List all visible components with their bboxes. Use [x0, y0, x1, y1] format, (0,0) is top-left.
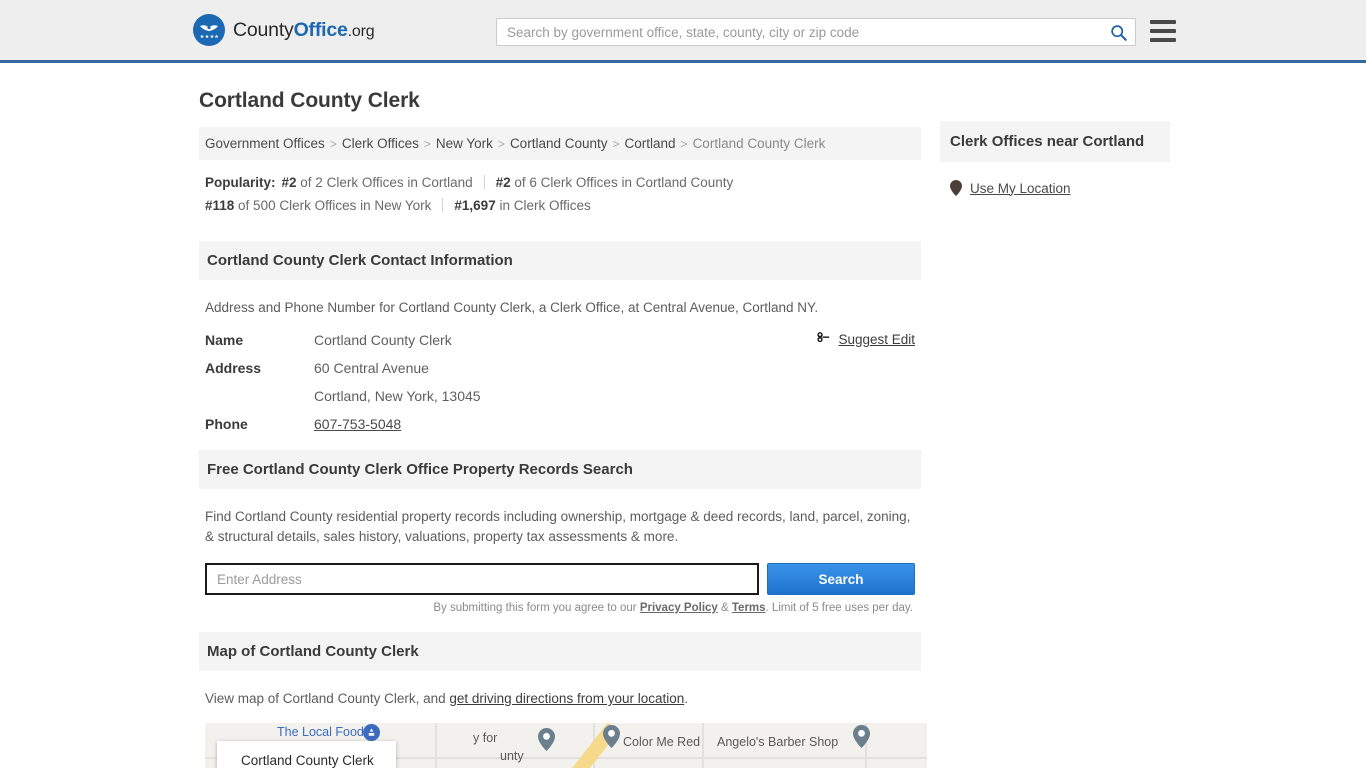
contact-row-label: Name	[205, 332, 244, 348]
property-search-body: Find Cortland County residential propert…	[199, 489, 921, 614]
breadcrumb: Government Offices > Clerk Offices > New Yor…	[199, 127, 921, 160]
site-search-box[interactable]	[496, 18, 1136, 46]
property-search-form: Search	[205, 563, 915, 595]
breadcrumb-separator: >	[612, 137, 620, 151]
breadcrumb-item-4[interactable]: Cortland County	[510, 136, 608, 151]
address-input[interactable]	[205, 563, 759, 595]
map-marker-icon[interactable]	[603, 725, 620, 748]
logo-text-part1: County	[233, 18, 294, 41]
popularity-divider	[442, 198, 444, 212]
popularity-stats: Popularity: #2 of 2 Clerk Offices in Cort…	[199, 160, 921, 223]
suggest-edit-label: Suggest Edit	[838, 332, 915, 347]
contact-row-label: Address	[205, 360, 262, 376]
map-infowindow-title: Cortland County Clerk	[241, 753, 374, 768]
property-search-heading: Free Cortland County Clerk Office Proper…	[199, 450, 921, 489]
breadcrumb-item-3[interactable]: New York	[436, 136, 493, 151]
suggest-edit-button[interactable]: Suggest Edit	[816, 332, 915, 347]
sidebar-item-use-my-location[interactable]: Use My Location	[950, 170, 1170, 206]
search-input[interactable]	[497, 19, 1101, 45]
hamburger-menu-icon[interactable]	[1150, 20, 1176, 42]
map-poi-label: The Local Food	[277, 725, 364, 739]
map-marker-icon[interactable]	[538, 728, 555, 751]
map-pin-icon	[950, 180, 962, 196]
contact-row: Cortland, New York, 13045	[205, 388, 915, 404]
form-disclaimer: By submitting this form you agree to our…	[433, 602, 913, 614]
logo-text: CountyOffice.org	[233, 18, 375, 42]
property-search-button[interactable]: Search	[767, 563, 915, 595]
edit-pencil-icon	[817, 332, 830, 343]
use-my-location-link[interactable]: Use My Location	[970, 181, 1071, 196]
breadcrumb-item-2[interactable]: Clerk Offices	[342, 136, 419, 151]
breadcrumb-separator: >	[423, 137, 431, 151]
map-infowindow[interactable]: Cortland County Clerk	[217, 741, 396, 768]
hamburger-bar	[1150, 38, 1176, 42]
property-search-description: Find Cortland County residential propert…	[205, 509, 911, 544]
sidebar-heading: Clerk Offices near Cortland	[940, 121, 1170, 162]
hamburger-bar	[1150, 20, 1176, 24]
breadcrumb-separator: >	[680, 137, 688, 151]
site-header: CountyOffice.org	[0, 0, 1366, 63]
popularity-row: Popularity: #2 of 2 Clerk Offices in Cort…	[205, 171, 915, 194]
logo-text-part2: Office	[293, 18, 348, 41]
popularity-stat: #118 of 500 Clerk Offices in New York	[205, 198, 432, 213]
popularity-rank: #118	[205, 198, 235, 213]
page-title: Cortland County Clerk	[199, 89, 420, 112]
contact-row-label: Phone	[205, 416, 248, 432]
breadcrumb-separator: >	[497, 137, 505, 151]
contact-row-value[interactable]: 607-753-5048	[314, 416, 401, 432]
search-icon	[1110, 24, 1127, 41]
main-content: Cortland County Clerk Government Offices…	[199, 89, 927, 768]
map-section-body: View map of Cortland County Clerk, and g…	[199, 671, 927, 768]
map-poi-label: Color Me Red	[623, 735, 701, 749]
popularity-rank: #2	[281, 175, 297, 190]
popularity-divider	[483, 175, 485, 189]
map-poi-label: Angelo's Barber Shop	[717, 735, 839, 749]
nearby-offices-sidebar: Clerk Offices near Cortland Use My Locat…	[940, 121, 1170, 206]
contact-row: Name Cortland County Clerk	[205, 332, 915, 348]
phone-link[interactable]: 607-753-5048	[314, 416, 401, 432]
breadcrumb-item-1[interactable]: Government Offices	[205, 136, 325, 151]
popularity-stat: #2 of 2 Clerk Offices in Cortland	[281, 175, 473, 190]
sidebar-links: Use My Location	[940, 162, 1170, 206]
privacy-policy-link[interactable]: Privacy Policy	[640, 602, 718, 614]
contact-row: Phone 607-753-5048	[205, 416, 915, 432]
map-section-heading: Map of Cortland County Clerk	[199, 632, 921, 671]
contact-row-value: Cortland, New York, 13045	[314, 388, 481, 404]
contact-table: Suggest Edit Name Cortland County Clerk Ad…	[205, 332, 915, 432]
popularity-rank: #2	[495, 175, 511, 190]
driving-directions-link[interactable]: get driving directions from your locatio…	[449, 691, 684, 706]
popularity-stat: #2 of 6 Clerk Offices in Cortland County	[495, 175, 734, 190]
map-marker-icon[interactable]	[853, 725, 870, 748]
poi-marker-icon[interactable]	[363, 724, 380, 741]
popularity-rank: #1,697	[454, 198, 496, 213]
breadcrumb-item-5[interactable]: Cortland	[625, 136, 676, 151]
contact-row-value: Cortland County Clerk	[314, 332, 452, 348]
map-poi-label: y for	[473, 731, 498, 745]
map-embed[interactable]: The Local Food y for unty Color Me Red Angel…	[205, 723, 927, 768]
contact-row: Address 60 Central Avenue	[205, 360, 915, 376]
breadcrumb-separator: >	[329, 137, 337, 151]
eagle-seal-icon	[193, 14, 225, 46]
map-description: View map of Cortland County Clerk, and g…	[205, 691, 688, 706]
popularity-label: Popularity:	[205, 175, 276, 190]
breadcrumb-item-6: Cortland County Clerk	[692, 136, 826, 151]
contact-section-body: Address and Phone Number for Cortland Co…	[199, 280, 921, 432]
popularity-stat: #1,697 in Clerk Offices	[454, 198, 591, 213]
site-logo[interactable]: CountyOffice.org	[193, 14, 375, 46]
logo-text-part3: .org	[347, 22, 375, 40]
terms-link[interactable]: Terms	[732, 602, 766, 614]
contact-description: Address and Phone Number for Cortland Co…	[205, 300, 819, 315]
popularity-row: #118 of 500 Clerk Offices in New York #1,…	[205, 194, 915, 217]
search-submit-button[interactable]	[1101, 19, 1135, 45]
hamburger-bar	[1150, 29, 1176, 33]
contact-section-heading: Cortland County Clerk Contact Informatio…	[199, 241, 921, 280]
contact-row-value: 60 Central Avenue	[314, 360, 429, 376]
map-poi-label: unty	[500, 749, 524, 763]
